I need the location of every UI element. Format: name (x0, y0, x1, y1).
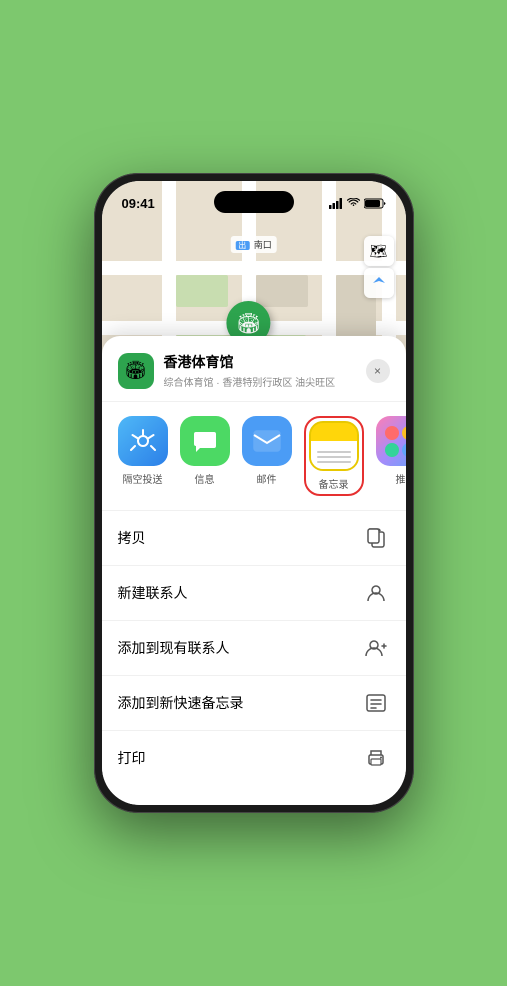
notes-lines (317, 451, 351, 463)
copy-svg (367, 528, 385, 548)
status-icons (329, 198, 386, 209)
share-item-airdrop[interactable]: 隔空投送 (118, 416, 168, 496)
wifi-icon (347, 198, 360, 208)
quick-note-icon (362, 689, 390, 717)
mail-icon-wrap (242, 416, 292, 466)
status-time: 09:41 (122, 196, 155, 211)
airdrop-icon (130, 428, 156, 454)
mail-label: 邮件 (257, 471, 277, 486)
sheet-header: 🏟 香港体育馆 综合体育馆 · 香港特别行政区 油尖旺区 × (102, 352, 406, 402)
message-label: 信息 (195, 471, 215, 486)
action-new-contact[interactable]: 新建联系人 (102, 566, 406, 621)
message-icon (192, 428, 218, 454)
notes-icon-wrap (309, 421, 359, 471)
action-add-contact-label: 添加到现有联系人 (118, 638, 230, 658)
print-icon (362, 744, 390, 772)
battery-icon (364, 198, 386, 209)
map-entrance-label: 出 南口 (230, 236, 277, 253)
action-new-contact-label: 新建联系人 (118, 583, 188, 603)
action-print-label: 打印 (118, 748, 146, 768)
copy-icon (362, 524, 390, 552)
share-item-message[interactable]: 信息 (180, 416, 230, 496)
signal-icon (329, 198, 343, 209)
note-svg (366, 694, 386, 712)
action-copy-label: 拷贝 (118, 528, 146, 548)
add-contact-icon (362, 634, 390, 662)
airdrop-icon-wrap (118, 416, 168, 466)
venue-pin-icon: 🏟 (235, 311, 260, 336)
more-dots (379, 420, 406, 463)
bottom-sheet: 🏟 香港体育馆 综合体育馆 · 香港特别行政区 油尖旺区 × (102, 336, 406, 805)
close-button[interactable]: × (366, 359, 390, 383)
action-quick-note[interactable]: 添加到新快速备忘录 (102, 676, 406, 731)
venue-info: 香港体育馆 综合体育馆 · 香港特别行政区 油尖旺区 (164, 352, 356, 389)
action-list: 拷贝 新建联系人 (102, 511, 406, 805)
action-add-contact[interactable]: 添加到现有联系人 (102, 621, 406, 676)
map-location-button[interactable] (364, 268, 394, 298)
person-svg (366, 583, 386, 603)
map-style-button[interactable]: 🗺 (364, 236, 394, 266)
dynamic-island (214, 191, 294, 213)
more-icon-wrap (376, 416, 406, 466)
airdrop-label: 隔空投送 (123, 471, 163, 486)
notes-label: 备忘录 (319, 476, 349, 491)
share-item-mail[interactable]: 邮件 (242, 416, 292, 496)
venue-avatar: 🏟 (118, 353, 154, 389)
mail-icon (253, 430, 281, 452)
share-item-more[interactable]: 推 (376, 416, 406, 496)
venue-name: 香港体育馆 (164, 352, 356, 372)
new-contact-icon (362, 579, 390, 607)
action-copy[interactable]: 拷贝 (102, 511, 406, 566)
more-label: 推 (396, 471, 406, 486)
share-item-notes[interactable]: 备忘录 (304, 416, 364, 496)
phone-frame: 09:41 (94, 173, 414, 813)
venue-description: 综合体育馆 · 香港特别行政区 油尖旺区 (164, 374, 356, 389)
message-icon-wrap (180, 416, 230, 466)
share-row: 隔空投送 信息 (102, 402, 406, 511)
print-svg (366, 749, 386, 767)
phone-screen: 09:41 (102, 181, 406, 805)
action-print[interactable]: 打印 (102, 731, 406, 785)
map-controls[interactable]: 🗺 (364, 236, 394, 298)
action-quick-note-label: 添加到新快速备忘录 (118, 693, 244, 713)
person-add-svg (365, 638, 387, 658)
location-icon (372, 276, 386, 290)
